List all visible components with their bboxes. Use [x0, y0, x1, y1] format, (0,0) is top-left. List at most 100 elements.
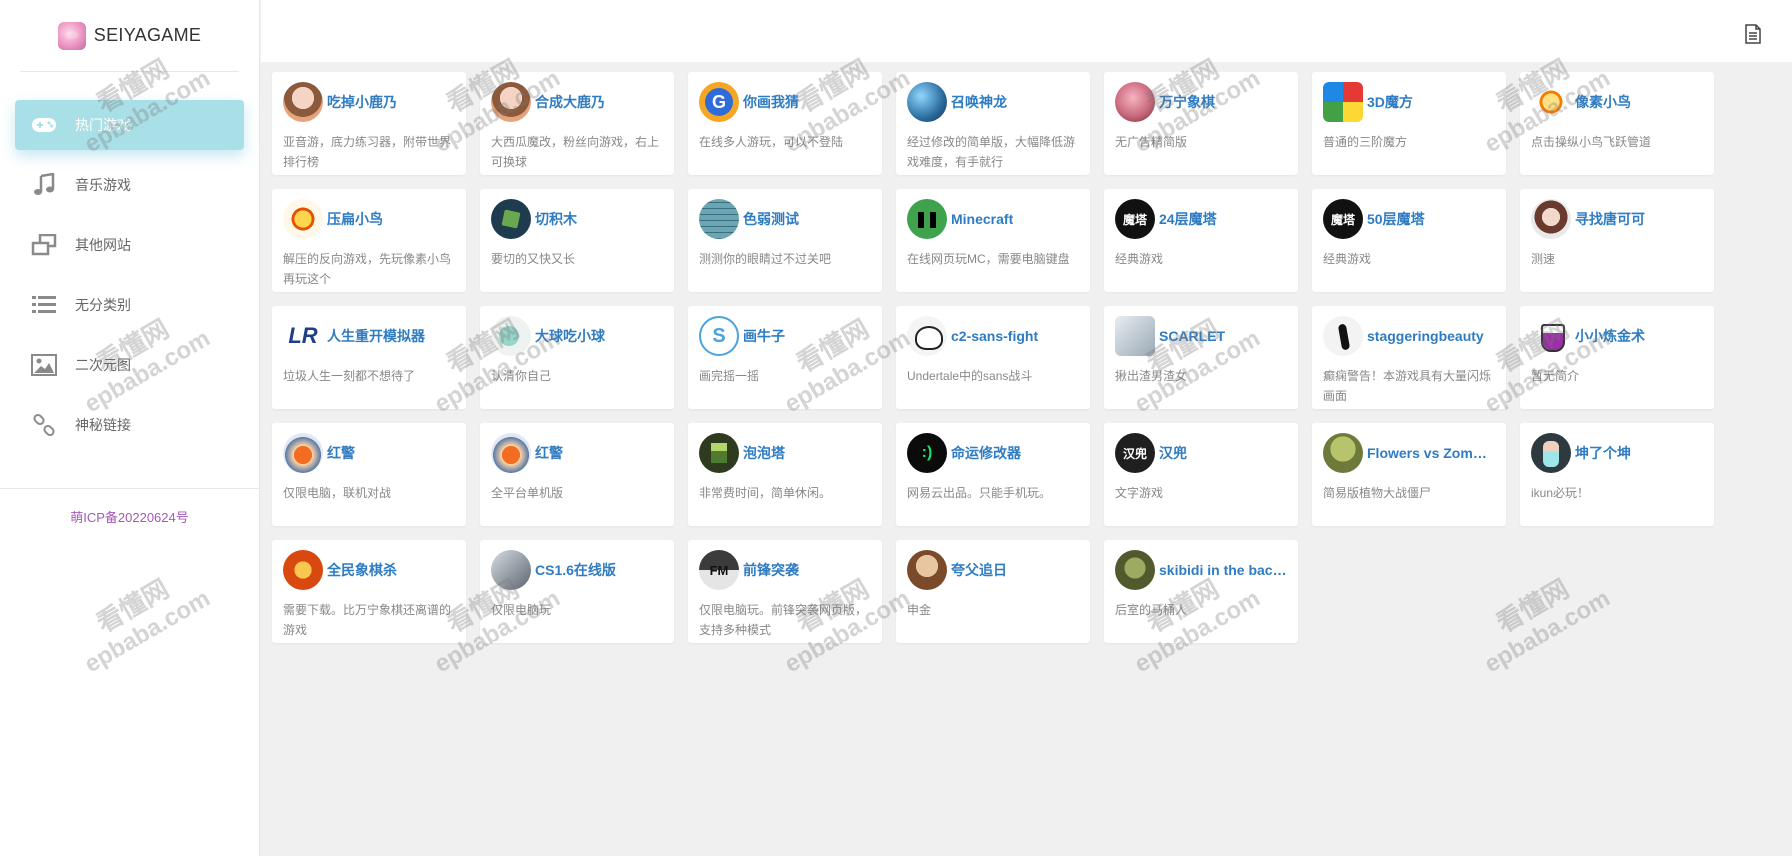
sidebar-item-anime-images[interactable]: 二次元图 — [15, 340, 244, 390]
game-title[interactable]: 寻找唐可可 — [1575, 209, 1645, 229]
game-title[interactable]: 吃掉小鹿乃 — [327, 92, 397, 112]
game-title[interactable]: 命运修改器 — [951, 443, 1021, 463]
game-title[interactable]: 人生重开模拟器 — [327, 326, 425, 346]
game-title[interactable]: Minecraft — [951, 211, 1013, 227]
game-card-header: 红警 — [283, 433, 455, 473]
game-grid: 吃掉小鹿乃 亚音游，底力练习器，附带世界排行榜 合成大鹿乃 大西瓜魔改，粉丝向游戏，右… — [272, 72, 1722, 643]
game-title[interactable]: 夸父追日 — [951, 560, 1007, 580]
game-card-header: 大球吃小球 — [491, 316, 663, 356]
game-title[interactable]: 你画我猜 — [743, 92, 799, 112]
game-card[interactable]: 大球吃小球 认清你自己 — [480, 306, 674, 409]
game-card[interactable]: 合成大鹿乃大西瓜魔改，粉丝向游戏，右上可换球 — [480, 72, 674, 175]
game-title[interactable]: CS1.6在线版 — [535, 560, 616, 580]
game-avatar: LR — [283, 316, 323, 356]
game-card[interactable]: c2-sans-fight Undertale中的sans战斗 — [896, 306, 1090, 409]
game-card[interactable]: 色弱测试测测你的眼睛过不过关吧 — [688, 189, 882, 292]
game-title[interactable]: 画牛子 — [743, 326, 785, 346]
sidebar-item-other-sites[interactable]: 其他网站 — [15, 220, 244, 270]
game-description: 画完摇一摇 — [699, 369, 760, 383]
sidebar-item-mystery-links[interactable]: 神秘链接 — [15, 400, 244, 450]
game-avatar — [283, 199, 323, 239]
game-title[interactable]: c2-sans-fight — [951, 328, 1038, 344]
game-description: 申金 — [907, 603, 932, 617]
game-card[interactable]: :) 命运修改器 网易云出品。只能手机玩。 — [896, 423, 1090, 526]
game-title[interactable]: SCARLET — [1159, 328, 1225, 344]
game-title[interactable]: 50层魔塔 — [1367, 209, 1425, 229]
game-card[interactable]: staggeringbeauty 癫痫警告！本游戏具有大量闪烁画面 — [1312, 306, 1506, 409]
game-card-header: 万宁象棋 — [1115, 82, 1287, 122]
game-description: 测速 — [1531, 252, 1556, 266]
game-description: 测测你的眼睛过不过关吧 — [699, 252, 832, 266]
sidebar-item-music-games[interactable]: 音乐游戏 — [15, 160, 244, 210]
game-description: 非常费时间，简单休闲。 — [699, 486, 832, 500]
game-card-header: 像素小鸟 — [1531, 82, 1703, 122]
game-title[interactable]: 红警 — [327, 443, 355, 463]
game-card[interactable]: G 你画我猜 在线多人游玩，可以不登陆 — [688, 72, 882, 175]
game-title[interactable]: Flowers vs Zombies — [1367, 445, 1495, 461]
game-card[interactable]: S 画牛子 画完摇一摇 — [688, 306, 882, 409]
game-card[interactable]: Minecraft 在线网页玩MC，需要电脑键盘 — [896, 189, 1090, 292]
game-card[interactable]: 3D魔方 普通的三阶魔方 — [1312, 72, 1506, 175]
brand[interactable]: SEIYAGAME — [20, 0, 239, 72]
game-title[interactable]: 小小炼金术 — [1575, 326, 1645, 346]
game-card-header: skibidi in the backrooms — [1115, 550, 1287, 590]
game-card-header: staggeringbeauty — [1323, 316, 1495, 356]
top-bar — [261, 0, 1792, 62]
game-title[interactable]: 全民象棋杀 — [327, 560, 397, 580]
game-title[interactable]: 合成大鹿乃 — [535, 92, 605, 112]
game-title[interactable]: 万宁象棋 — [1159, 92, 1215, 112]
sidebar-item-hot-games[interactable]: 热门游戏 — [15, 100, 244, 150]
game-card[interactable]: 切积木 要切的又快又长 — [480, 189, 674, 292]
game-title[interactable]: 3D魔方 — [1367, 92, 1413, 112]
game-card-header: 召唤神龙 — [907, 82, 1079, 122]
game-title[interactable]: 汉兜 — [1159, 443, 1187, 463]
game-description: 在线多人游玩，可以不登陆 — [699, 135, 844, 149]
game-avatar — [491, 199, 531, 239]
game-card[interactable]: 坤了个坤 ikun必玩！ — [1520, 423, 1714, 526]
game-card[interactable]: 红警 仅限电脑，联机对战 — [272, 423, 466, 526]
game-card[interactable]: 夸父追日申金 — [896, 540, 1090, 643]
sidebar-item-uncategorized[interactable]: 无分类别 — [15, 280, 244, 330]
image-icon — [31, 352, 57, 378]
game-card[interactable]: 魔塔 50层魔塔 经典游戏 — [1312, 189, 1506, 292]
game-card[interactable]: 魔塔 24层魔塔 经典游戏 — [1104, 189, 1298, 292]
game-avatar — [1115, 550, 1155, 590]
game-title[interactable]: 压扁小鸟 — [327, 209, 383, 229]
game-avatar — [1531, 199, 1571, 239]
document-icon[interactable] — [1744, 24, 1762, 44]
game-description: 大西瓜魔改，粉丝向游戏，右上可换球 — [491, 135, 660, 169]
game-title[interactable]: 召唤神龙 — [951, 92, 1007, 112]
game-avatar — [1323, 316, 1363, 356]
game-card[interactable]: 小小炼金术 暂无简介 — [1520, 306, 1714, 409]
game-card[interactable]: 召唤神龙 经过修改的简单版，大幅降低游戏难度，有手就行 — [896, 72, 1090, 175]
game-card[interactable]: 泡泡塔非常费时间，简单休闲。 — [688, 423, 882, 526]
game-title[interactable]: 像素小鸟 — [1575, 92, 1631, 112]
game-card[interactable]: 吃掉小鹿乃 亚音游，底力练习器，附带世界排行榜 — [272, 72, 466, 175]
game-title[interactable]: staggeringbeauty — [1367, 328, 1484, 344]
game-card[interactable]: CS1.6在线版 仅限电脑玩 — [480, 540, 674, 643]
game-card-header: 坤了个坤 — [1531, 433, 1703, 473]
game-card[interactable]: 万宁象棋 无广告精简版 — [1104, 72, 1298, 175]
game-avatar — [283, 82, 323, 122]
game-title[interactable]: 红警 — [535, 443, 563, 463]
game-title[interactable]: 切积木 — [535, 209, 577, 229]
game-card[interactable]: 寻找唐可可测速 — [1520, 189, 1714, 292]
game-card[interactable]: LR 人生重开模拟器 垃圾人生一刻都不想待了 — [272, 306, 466, 409]
game-title[interactable]: 24层魔塔 — [1159, 209, 1217, 229]
game-title[interactable]: 前锋突袭 — [743, 560, 799, 580]
game-title[interactable]: 泡泡塔 — [743, 443, 785, 463]
game-card[interactable]: 红警 全平台单机版 — [480, 423, 674, 526]
game-title[interactable]: skibidi in the backrooms — [1159, 562, 1287, 578]
game-card[interactable]: FM 前锋突袭 仅限电脑玩。前锋突袭网页版，支持多种模式 — [688, 540, 882, 643]
game-title[interactable]: 色弱测试 — [743, 209, 799, 229]
game-card[interactable]: Flowers vs Zombies 简易版植物大战僵尸 — [1312, 423, 1506, 526]
icp-link[interactable]: 萌ICP备20220624号 — [0, 507, 259, 526]
game-title[interactable]: 坤了个坤 — [1575, 443, 1631, 463]
game-card[interactable]: 汉兜 汉兜 文字游戏 — [1104, 423, 1298, 526]
game-title[interactable]: 大球吃小球 — [535, 326, 605, 346]
game-card[interactable]: 全民象棋杀 需要下载。比万宁象棋还离谱的游戏 — [272, 540, 466, 643]
game-card[interactable]: SCARLET 揪出渣男渣女 — [1104, 306, 1298, 409]
game-card[interactable]: 压扁小鸟 解压的反向游戏，先玩像素小鸟再玩这个 — [272, 189, 466, 292]
game-card[interactable]: 像素小鸟 点击操纵小鸟飞跃管道 — [1520, 72, 1714, 175]
game-card[interactable]: skibidi in the backrooms 后室的马桶人 — [1104, 540, 1298, 643]
